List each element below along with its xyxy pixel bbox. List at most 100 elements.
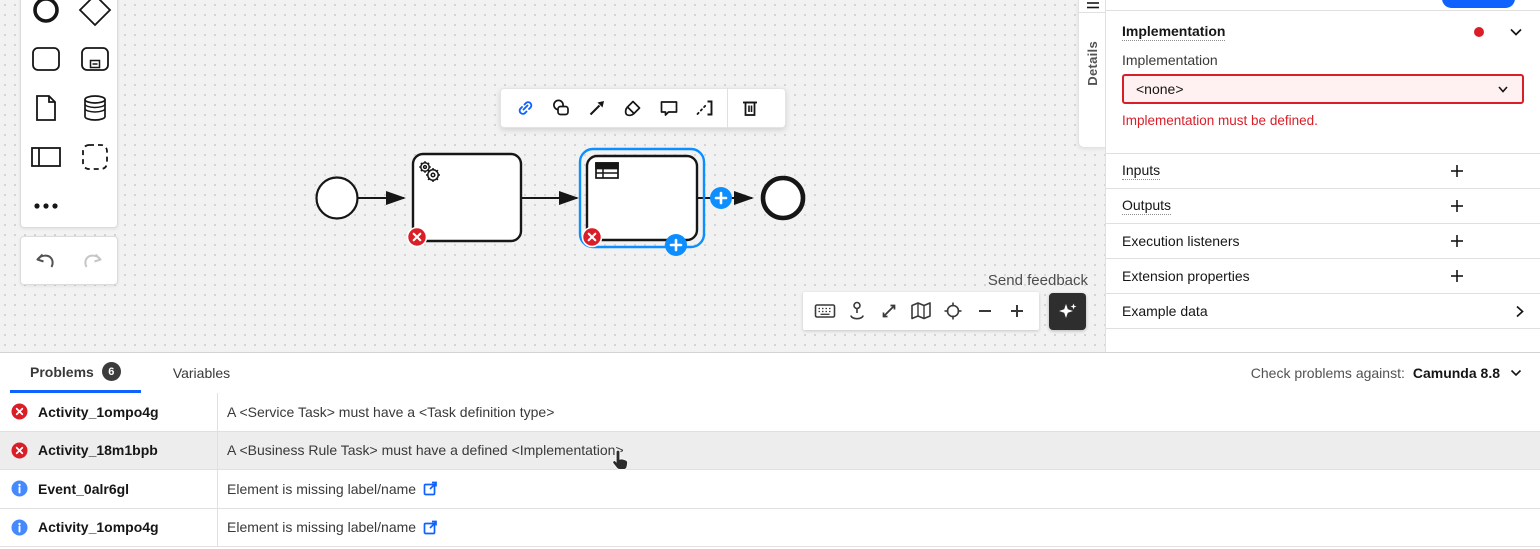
- set-color-button[interactable]: [615, 92, 651, 124]
- connect-annotation-button[interactable]: [687, 92, 723, 124]
- undo-button[interactable]: [33, 251, 57, 271]
- add-extension-property-button[interactable]: [1449, 268, 1465, 284]
- open-example-data-button[interactable]: [1512, 304, 1527, 319]
- palette-subprocess[interactable]: [70, 34, 119, 83]
- undo-icon: [33, 251, 57, 271]
- palette-data-store[interactable]: [70, 83, 119, 132]
- append-element-button[interactable]: [710, 187, 732, 209]
- tab-details[interactable]: Details: [1085, 41, 1100, 86]
- problems-panel: Problems 6 Variables Check problems agai…: [0, 352, 1540, 549]
- add-execution-listener-button[interactable]: [1449, 233, 1465, 249]
- task-icon: [31, 46, 61, 72]
- zoom-in-button[interactable]: [1004, 298, 1030, 324]
- implementation-error-message: Implementation must be defined.: [1122, 113, 1524, 128]
- implementation-section-title: Implementation: [1122, 23, 1225, 41]
- section-execution-listeners[interactable]: Execution listeners: [1106, 224, 1540, 259]
- section-inputs[interactable]: Inputs: [1106, 154, 1540, 189]
- minimap-button[interactable]: [908, 298, 934, 324]
- start-event-shape[interactable]: [317, 178, 358, 219]
- fit-viewport-button[interactable]: [876, 298, 902, 324]
- sparkle-icon: [1056, 300, 1080, 324]
- palette-group[interactable]: [70, 132, 119, 181]
- ai-assistant-button[interactable]: [1049, 293, 1086, 330]
- problem-element-id: Activity_1ompo4g: [38, 404, 217, 420]
- append-element-button[interactable]: [543, 92, 579, 124]
- history-controls: [20, 236, 118, 285]
- append-corner-button[interactable]: [665, 234, 687, 256]
- external-link-icon[interactable]: [423, 520, 438, 535]
- palette-spacer: [70, 181, 119, 230]
- palette-data-object[interactable]: [21, 83, 70, 132]
- panel-toggle-button[interactable]: [1079, 0, 1106, 13]
- implementation-select[interactable]: <none>: [1122, 74, 1524, 104]
- annotation-connection-icon: [694, 97, 716, 119]
- context-pad: [500, 88, 786, 128]
- tab-problems-label: Problems: [30, 364, 94, 380]
- tab-variables[interactable]: Variables: [173, 365, 230, 381]
- subprocess-icon: [80, 46, 110, 72]
- hand-tool-button[interactable]: [844, 298, 870, 324]
- mouse-cursor: [610, 448, 634, 476]
- problems-count-badge: 6: [102, 362, 121, 381]
- problem-row[interactable]: Activity_18m1bpb A <Business Rule Task> …: [0, 432, 1540, 471]
- delete-button[interactable]: [732, 92, 768, 124]
- problem-message: Element is missing label/name: [227, 519, 416, 535]
- section-extension-properties-label: Extension properties: [1122, 268, 1250, 284]
- plus-icon: [1449, 233, 1465, 249]
- primary-action-button[interactable]: [1442, 0, 1515, 8]
- section-outputs[interactable]: Outputs: [1106, 189, 1540, 224]
- error-indicator-dot: [1474, 27, 1484, 37]
- problem-row[interactable]: Activity_1ompo4g A <Service Task> must h…: [0, 393, 1540, 432]
- connect-button[interactable]: [579, 92, 615, 124]
- section-example-data[interactable]: Example data: [1106, 294, 1540, 329]
- element-palette: [20, 0, 118, 228]
- trash-icon: [739, 97, 761, 119]
- section-extension-properties[interactable]: Extension properties: [1106, 259, 1540, 294]
- participant-icon: [30, 146, 62, 168]
- palette-more-tools[interactable]: [21, 181, 70, 230]
- check-against-value: Camunda 8.8: [1413, 365, 1500, 381]
- problem-message: A <Business Rule Task> must have a defin…: [227, 442, 624, 458]
- check-against-label: Check problems against:: [1251, 365, 1405, 381]
- tab-problems[interactable]: Problems 6: [10, 353, 141, 393]
- brush-icon: [622, 97, 644, 119]
- bpmn-canvas[interactable]: Send feedback: [0, 0, 1105, 352]
- hand-tool-icon: [847, 301, 867, 321]
- problem-row[interactable]: Event_0alr6gl Element is missing label/n…: [0, 470, 1540, 509]
- implementation-section-header[interactable]: Implementation: [1122, 20, 1524, 44]
- reset-viewport-button[interactable]: [940, 298, 966, 324]
- add-annotation-button[interactable]: [651, 92, 687, 124]
- problem-element-id: Activity_18m1bpb: [38, 442, 217, 458]
- minus-icon: [976, 302, 994, 320]
- redo-icon: [81, 251, 105, 271]
- palette-gateway[interactable]: [70, 0, 119, 34]
- palette-end-event[interactable]: [21, 0, 70, 34]
- palette-participant[interactable]: [21, 132, 70, 181]
- add-output-button[interactable]: [1449, 198, 1465, 214]
- error-icon: [0, 442, 38, 459]
- redo-button[interactable]: [81, 251, 105, 271]
- modeler-window: Send feedback: [0, 0, 1540, 549]
- section-outputs-label: Outputs: [1122, 197, 1171, 215]
- palette-task[interactable]: [21, 34, 70, 83]
- shapes-icon: [550, 97, 572, 119]
- add-input-button[interactable]: [1449, 163, 1465, 179]
- problems-tab-bar: Problems 6 Variables Check problems agai…: [0, 353, 1540, 393]
- keyboard-shortcuts-button[interactable]: [812, 298, 838, 324]
- external-link-icon[interactable]: [423, 481, 438, 496]
- problem-message: A <Service Task> must have a <Task defin…: [227, 404, 554, 420]
- error-icon: [0, 403, 38, 420]
- link-button[interactable]: [507, 92, 543, 124]
- plus-icon: [1449, 163, 1465, 179]
- zoom-out-button[interactable]: [972, 298, 998, 324]
- comment-bubble-icon: [658, 97, 680, 119]
- check-problems-against-select[interactable]: Check problems against: Camunda 8.8: [1251, 353, 1524, 393]
- minimap-icon: [910, 301, 932, 321]
- implementation-select-value: <none>: [1136, 81, 1184, 97]
- implementation-field-label: Implementation: [1122, 52, 1524, 68]
- chevron-down-icon[interactable]: [1508, 24, 1524, 40]
- problem-row[interactable]: Activity_1ompo4g Element is missing labe…: [0, 509, 1540, 548]
- problem-message: Element is missing label/name: [227, 481, 416, 497]
- end-event-shape[interactable]: [763, 178, 803, 218]
- send-feedback-link[interactable]: Send feedback: [960, 272, 1088, 289]
